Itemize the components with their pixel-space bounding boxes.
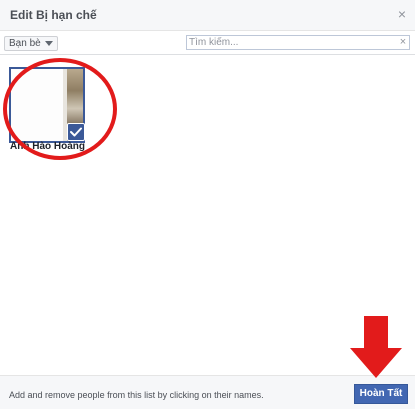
friend-tile[interactable] (9, 67, 85, 143)
footer-hint: Add and remove people from this list by … (9, 390, 264, 400)
dialog-title: Edit Bị hạn chế (10, 8, 97, 22)
search-input[interactable] (189, 36, 389, 49)
chevron-down-icon (44, 41, 53, 46)
filter-dropdown-label: Bạn bè (9, 38, 41, 49)
friend-name[interactable]: Anh Hào Hoàng (10, 141, 90, 152)
search-box: × (186, 35, 410, 50)
close-icon[interactable]: × (396, 7, 408, 21)
clear-search-icon[interactable]: × (398, 37, 408, 48)
filter-dropdown[interactable]: Bạn bè (4, 36, 58, 51)
checkmark-icon (70, 127, 82, 137)
done-button[interactable]: Hoàn Tất (354, 384, 408, 404)
dialog-header: Edit Bị hạn chế × (0, 0, 415, 31)
selected-check-badge (67, 123, 85, 141)
dialog-footer: Add and remove people from this list by … (0, 375, 415, 409)
